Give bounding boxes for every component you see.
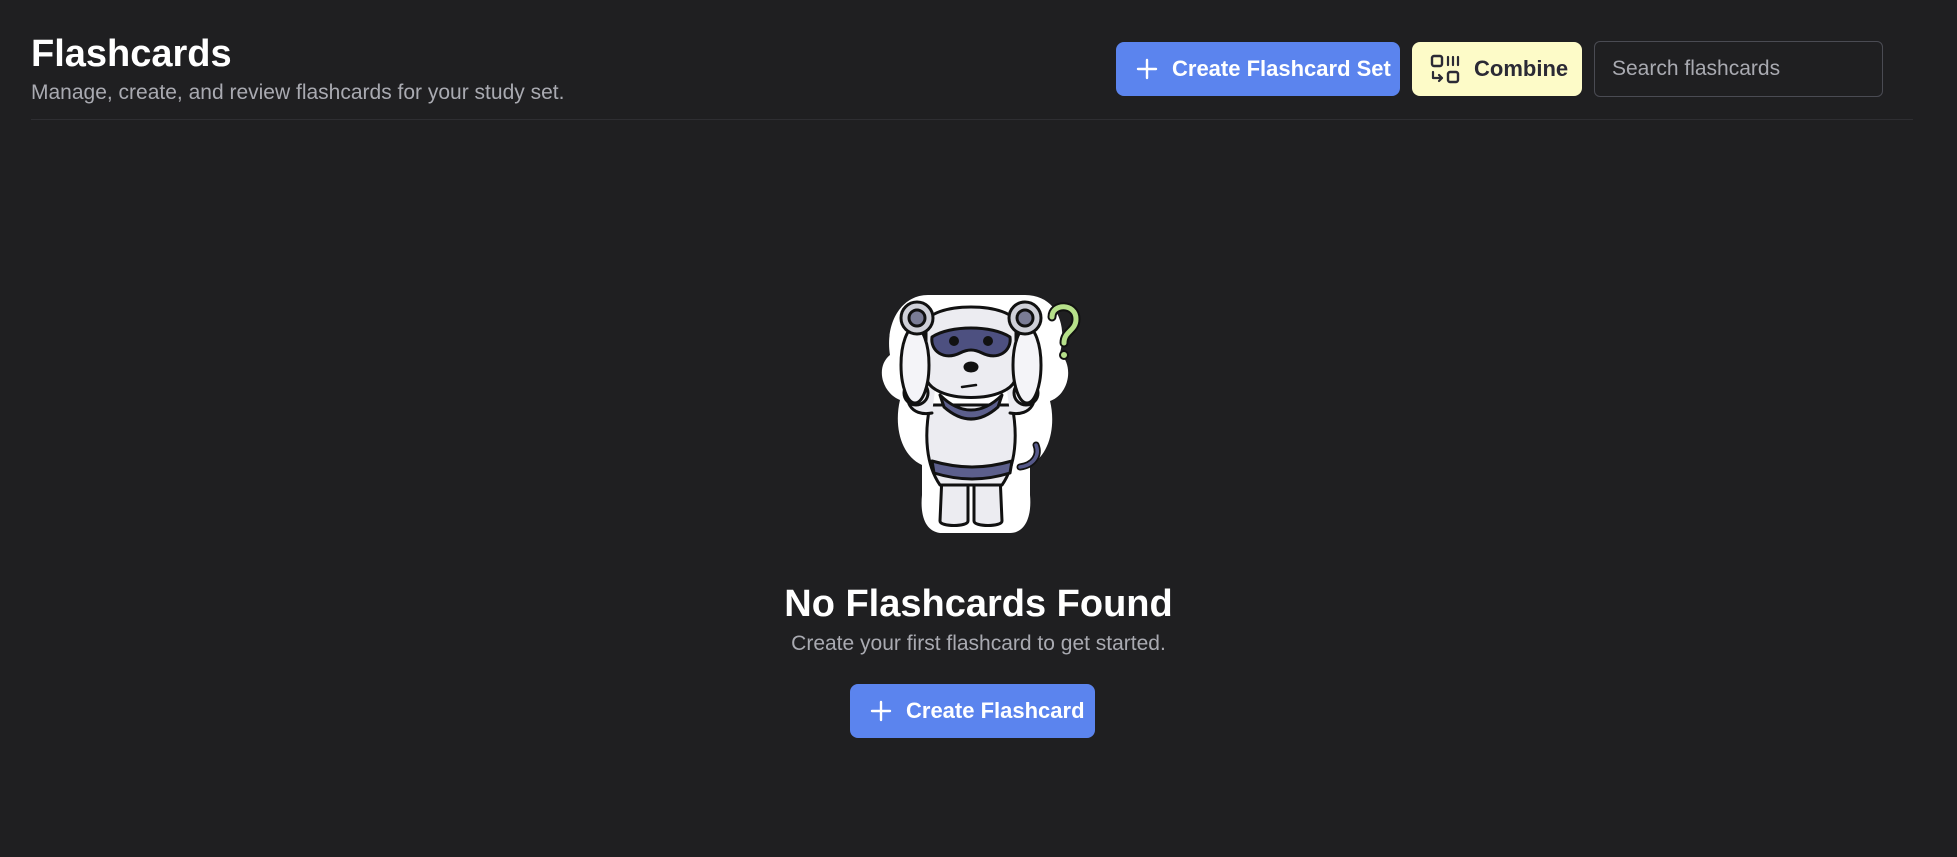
plus-icon bbox=[1136, 58, 1158, 80]
page-title: Flashcards bbox=[31, 33, 232, 75]
create-flashcard-set-button[interactable]: Create Flashcard Set bbox=[1116, 42, 1400, 96]
combine-label: Combine bbox=[1474, 56, 1569, 81]
page-subtitle: Manage, create, and review flashcards fo… bbox=[31, 81, 565, 104]
confused-dog-illustration bbox=[870, 295, 1090, 535]
search-input[interactable] bbox=[1594, 41, 1883, 97]
combine-icon bbox=[1430, 54, 1460, 84]
flashcards-page: Flashcards Manage, create, and review fl… bbox=[0, 0, 1957, 857]
combine-button[interactable]: Combine bbox=[1412, 42, 1582, 96]
create-flashcard-label: Create Flashcard bbox=[906, 698, 1085, 723]
create-flashcard-button[interactable]: Create Flashcard bbox=[850, 684, 1095, 738]
empty-state-text: Create your first flashcard to get start… bbox=[791, 632, 1166, 655]
plus-icon bbox=[870, 700, 892, 722]
empty-state-title: No Flashcards Found bbox=[784, 583, 1173, 625]
create-flashcard-set-label: Create Flashcard Set bbox=[1172, 56, 1391, 81]
